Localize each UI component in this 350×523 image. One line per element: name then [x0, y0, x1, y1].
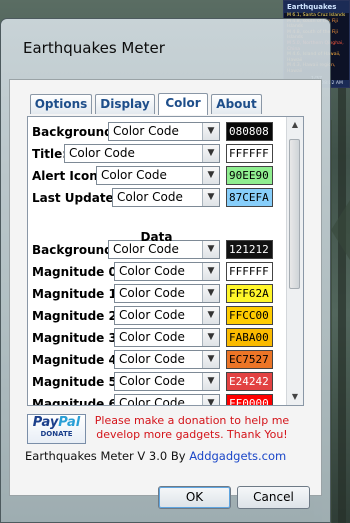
row-label-text: Background: — [32, 125, 118, 139]
data-row-color-code-input[interactable]: FFCC00 — [226, 306, 273, 325]
chevron-down-icon[interactable]: ▼ — [202, 285, 219, 302]
row-label-text: Magnitude 3: — [32, 331, 122, 345]
scrollbar-thumb[interactable] — [289, 139, 300, 289]
data-row-color-mode-select[interactable]: Color Code ▼ — [114, 372, 220, 391]
data-row-label: Magnitude 1: — [32, 283, 122, 305]
tab-color[interactable]: Color — [158, 93, 208, 115]
data-row-color-mode-select[interactable]: Color Code ▼ — [114, 350, 220, 369]
select-value: Color Code — [101, 168, 167, 182]
general-row-color-mode-select[interactable]: Color Code ▼ — [96, 166, 220, 185]
general-row-label: Background: — [32, 121, 118, 143]
general-row-label: Title: — [32, 143, 67, 165]
general-row-label: Last Update: — [32, 187, 119, 209]
general-row-color-mode-select[interactable]: Color Code ▼ — [108, 122, 220, 141]
general-row-color-mode-select[interactable]: Color Code ▼ — [112, 188, 220, 207]
select-value: Color Code — [117, 190, 183, 204]
panel-scrollbar[interactable]: ▲ ▼ — [286, 117, 303, 405]
ok-button[interactable]: OK — [158, 486, 231, 509]
general-row-label: Alert Icon: — [32, 165, 103, 187]
select-value: Color Code — [119, 352, 185, 366]
version-byline: Earthquakes Meter V 3.0 By Addgadgets.co… — [25, 449, 286, 463]
byline-text: Earthquakes Meter V 3.0 By — [25, 449, 190, 463]
window-title: Earthquakes Meter — [23, 39, 165, 57]
select-value: Color Code — [119, 286, 185, 300]
row-label-text: Magnitude 0: — [32, 265, 122, 279]
data-row-color-code-input[interactable]: E24242 — [226, 372, 273, 391]
scroll-up-arrow-icon[interactable]: ▲ — [287, 117, 303, 133]
row-label-text: Background: — [32, 243, 118, 257]
select-value: Color Code — [69, 146, 135, 160]
data-row-color-code-input[interactable]: FFFFFF — [226, 262, 273, 281]
data-section-heading: Data — [140, 230, 173, 244]
chevron-down-icon[interactable]: ▼ — [202, 351, 219, 368]
gadget-title: Earthquakes — [284, 1, 349, 13]
select-value: Color Code — [119, 374, 185, 388]
data-row-color-code-input[interactable]: FFF62A — [226, 284, 273, 303]
select-value: Color Code — [119, 308, 185, 322]
data-row-color-code-input[interactable]: EC7527 — [226, 350, 273, 369]
settings-window: Earthquakes Meter Options Display Color … — [0, 18, 331, 523]
general-row-color-code-input[interactable]: 080808 — [226, 122, 273, 141]
data-row-color-mode-select[interactable]: Color Code ▼ — [114, 284, 220, 303]
color-settings-panel[interactable]: Background: Color Code ▼ 080808 Title: Color … — [27, 116, 304, 406]
data-row-color-mode-select[interactable]: Color Code ▼ — [114, 328, 220, 347]
select-value: Color Code — [113, 124, 179, 138]
data-row-label: Magnitude 5: — [32, 371, 122, 393]
chevron-down-icon[interactable]: ▼ — [202, 189, 219, 206]
window-titlebar[interactable]: Earthquakes Meter — [1, 19, 330, 79]
data-row-label: Magnitude 4: — [32, 349, 122, 371]
chevron-down-icon[interactable]: ▼ — [202, 373, 219, 390]
donation-message: Please make a donation to help me develo… — [94, 414, 290, 441]
tab-about[interactable]: About — [211, 94, 262, 114]
select-value: Color Code — [119, 330, 185, 344]
data-row-color-mode-select[interactable]: Color Code ▼ — [114, 262, 220, 281]
select-value: Color Code — [119, 264, 185, 278]
paypal-logo: PayPal — [32, 415, 81, 430]
row-label-text: Magnitude 4: — [32, 353, 122, 367]
general-row-color-code-input[interactable]: FFFFFF — [226, 144, 273, 163]
data-row-color-mode-select[interactable]: Color Code ▼ — [114, 394, 220, 406]
chevron-down-icon[interactable]: ▼ — [202, 395, 219, 405]
row-label-text: Last Update: — [32, 191, 119, 205]
donate-label: DONATE — [40, 430, 73, 438]
general-row-color-code-input[interactable]: 87CEFA — [226, 188, 273, 207]
row-label-text: Title: — [32, 147, 68, 161]
cancel-button[interactable]: Cancel — [237, 486, 310, 509]
data-row-label: Magnitude 2: — [32, 305, 122, 327]
row-label-text: Magnitude 1: — [32, 287, 122, 301]
tab-options[interactable]: Options — [30, 94, 92, 114]
row-label-text: Alert Icon: — [32, 169, 103, 183]
tab-display[interactable]: Display — [95, 94, 155, 114]
row-label-text: Magnitude 2: — [32, 309, 122, 323]
row-label-text: Magnitude 6: — [32, 397, 122, 406]
chevron-down-icon[interactable]: ▼ — [202, 307, 219, 324]
data-row-color-code-input[interactable]: FABA00 — [226, 328, 273, 347]
data-row-color-code-input[interactable]: FF0000 — [226, 394, 273, 405]
chevron-down-icon[interactable]: ▼ — [202, 167, 219, 184]
select-value: Color Code — [119, 396, 185, 406]
chevron-down-icon[interactable]: ▼ — [202, 329, 219, 346]
paypal-donate-button[interactable]: PayPal DONATE — [27, 414, 86, 444]
general-row-color-code-input[interactable]: 90EE90 — [226, 166, 273, 185]
select-value: Color Code — [113, 242, 179, 256]
data-row-label: Magnitude 0: — [32, 261, 122, 283]
chevron-down-icon[interactable]: ▼ — [202, 123, 219, 140]
scroll-down-arrow-icon[interactable]: ▼ — [287, 389, 303, 405]
chevron-down-icon[interactable]: ▼ — [202, 145, 219, 162]
general-row-color-mode-select[interactable]: Color Code ▼ — [64, 144, 220, 163]
chevron-down-icon[interactable]: ▼ — [202, 263, 219, 280]
row-label-text: Magnitude 5: — [32, 375, 122, 389]
settings-content: Options Display Color About Background: C… — [9, 79, 322, 496]
addgadgets-link[interactable]: Addgadgets.com — [189, 449, 286, 463]
data-row-label: Magnitude 6: — [32, 393, 122, 406]
data-row-color-mode-select[interactable]: Color Code ▼ — [114, 306, 220, 325]
data-row-label: Magnitude 3: — [32, 327, 122, 349]
